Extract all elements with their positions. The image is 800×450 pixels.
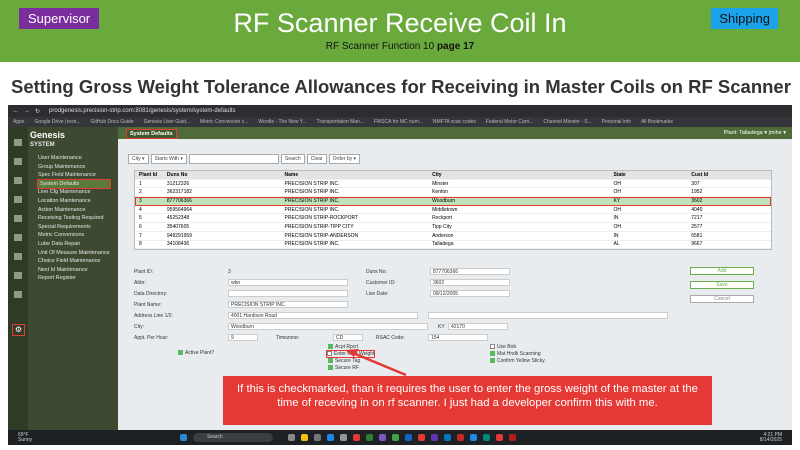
excel-icon[interactable]: [366, 434, 373, 441]
app-icon[interactable]: [353, 434, 360, 441]
subtitle-text: RF Scanner Function 10: [325, 41, 437, 52]
taskbar-search[interactable]: Search: [193, 433, 273, 442]
app-icon[interactable]: [379, 434, 386, 441]
app-icon[interactable]: [483, 434, 490, 441]
shipping-badge: Shipping: [711, 8, 778, 29]
subtitle-page: page 17: [436, 41, 475, 52]
app-icon[interactable]: [457, 434, 464, 441]
callout-note: If this is checkmarked, than it requires…: [223, 376, 712, 425]
page-title: RF Scanner Receive Coil In: [233, 8, 567, 38]
weather-cond: Sunny: [18, 437, 33, 443]
app-icon[interactable]: [470, 434, 477, 441]
clock-date: 8/14/2025: [759, 437, 782, 443]
chrome-icon[interactable]: [392, 434, 399, 441]
taskbar: 69°F Sunny Search 4:21 PM 8/14/2025: [8, 430, 792, 445]
banner: Supervisor RF Scanner Receive Coil In RF…: [0, 0, 800, 62]
weather: 69°F Sunny: [18, 433, 32, 443]
app-icon[interactable]: [314, 434, 321, 441]
windows-icon[interactable]: [180, 434, 187, 441]
folder-icon[interactable]: [301, 434, 308, 441]
app-icon[interactable]: [509, 434, 516, 441]
clock[interactable]: 4:21 PM 8/14/2025: [760, 433, 782, 443]
section-heading: Setting Gross Weight Tolerance Allowance…: [11, 76, 791, 97]
word-icon[interactable]: [405, 434, 412, 441]
app-icon[interactable]: [340, 434, 347, 441]
teams-icon[interactable]: [431, 434, 438, 441]
app-icon[interactable]: [496, 434, 503, 441]
app-icon[interactable]: [288, 434, 295, 441]
outlook-icon[interactable]: [444, 434, 451, 441]
app-icon[interactable]: [418, 434, 425, 441]
edge-icon[interactable]: [327, 434, 334, 441]
subtitle: RF Scanner Function 10 page 17: [0, 41, 800, 52]
